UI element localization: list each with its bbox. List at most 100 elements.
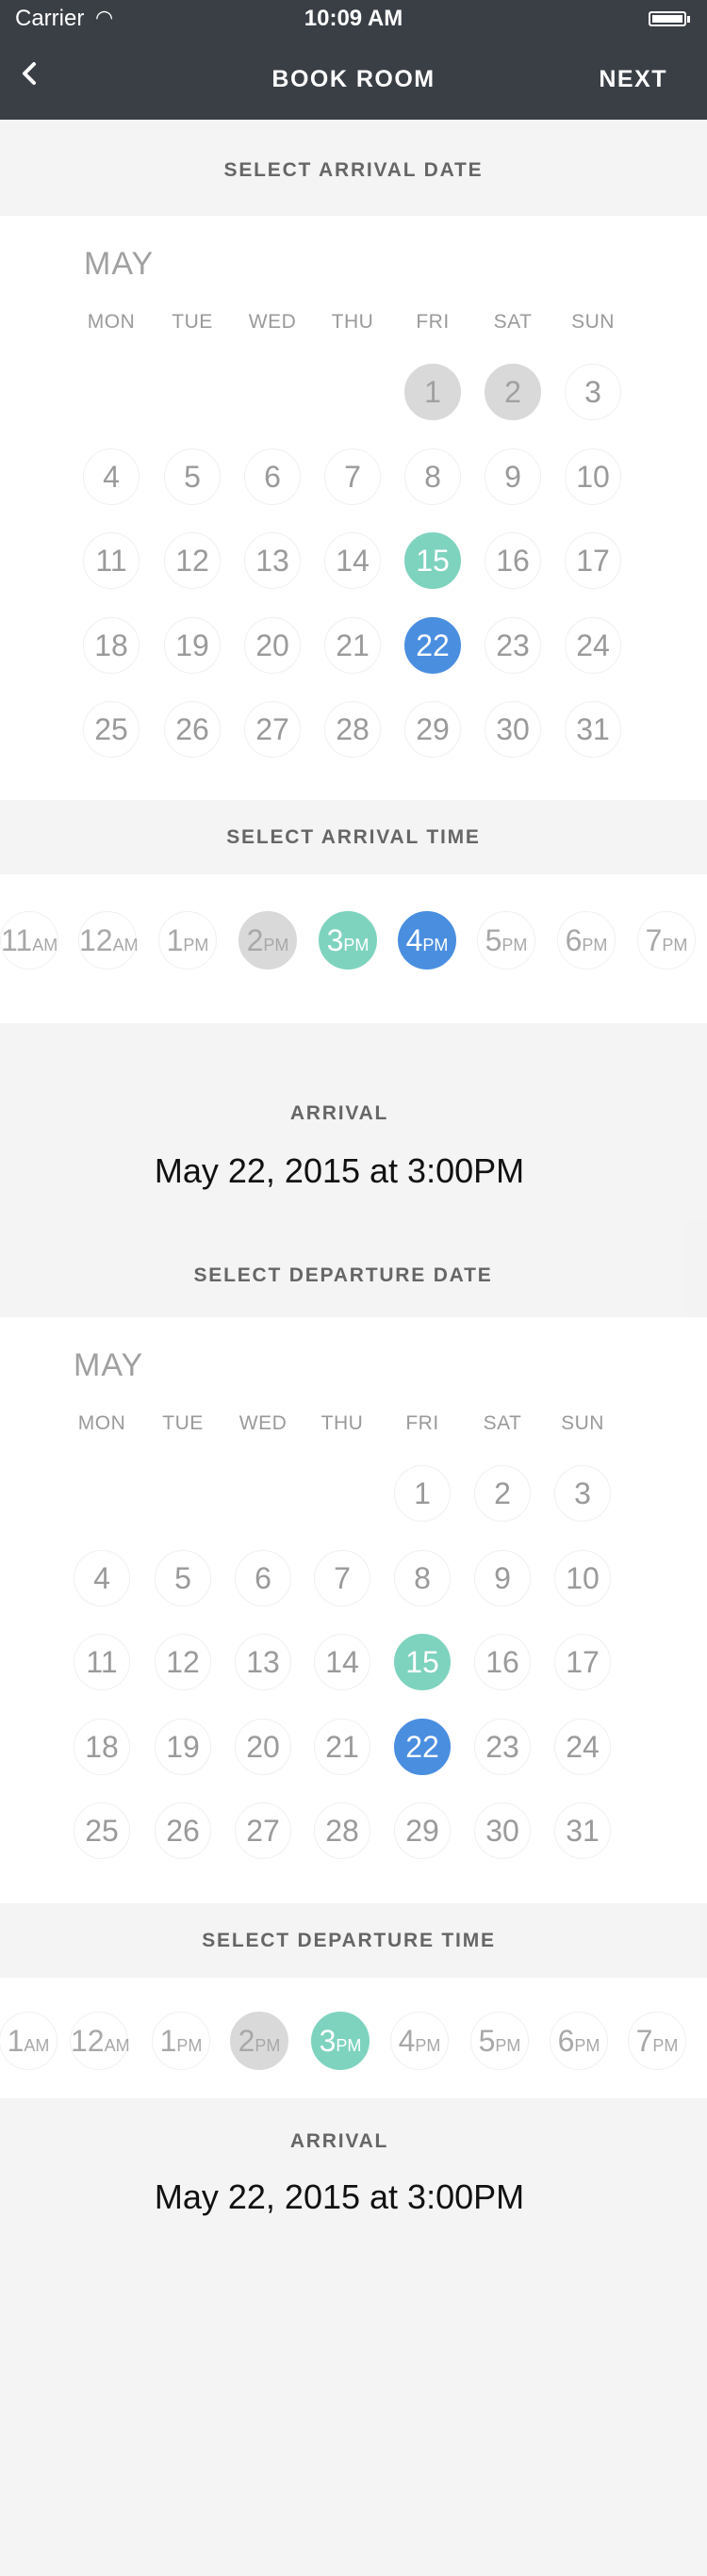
day-2[interactable]: 2 <box>485 364 541 420</box>
time-option[interactable]: 6PM <box>550 2012 608 2070</box>
day-27[interactable]: 27 <box>244 701 301 758</box>
day-23[interactable]: 23 <box>474 1718 531 1775</box>
time-option[interactable]: 12AM <box>78 911 139 970</box>
time-option[interactable]: 6PM <box>557 911 616 970</box>
time-meridiem: PM <box>495 2036 521 2055</box>
battery-icon <box>649 11 690 26</box>
time-option[interactable]: 7PM <box>637 911 696 970</box>
time-option[interactable]: 5PM <box>470 2012 529 2070</box>
day-13[interactable]: 13 <box>244 532 301 589</box>
time-hour: 11 <box>1 923 33 957</box>
time-option[interactable]: 11AM <box>0 911 58 970</box>
time-option[interactable]: 4PM <box>390 2012 449 2070</box>
day-30[interactable]: 30 <box>474 1802 531 1859</box>
day-10[interactable]: 10 <box>565 448 621 505</box>
arrival-time-picker[interactable]: 11AM 12AM 1PM 2PM 3PM 4PM 5PM 6PM 7PM <box>0 874 707 1023</box>
day-20[interactable]: 20 <box>244 616 301 674</box>
day-15[interactable]: 15 <box>394 1634 451 1690</box>
time-meridiem: PM <box>263 936 289 954</box>
time-option[interactable]: 1PM <box>158 911 217 970</box>
day-26[interactable]: 26 <box>164 701 221 758</box>
time-meridiem: PM <box>336 2036 362 2055</box>
day-4[interactable]: 4 <box>83 448 140 505</box>
day-26[interactable]: 26 <box>155 1802 211 1859</box>
day-1[interactable]: 1 <box>394 1465 451 1522</box>
day-1[interactable]: 1 <box>404 364 461 420</box>
time-meridiem: PM <box>582 936 608 954</box>
day-8[interactable]: 8 <box>404 448 461 505</box>
time-option[interactable]: 2PM <box>230 2012 288 2070</box>
day-11[interactable]: 11 <box>83 532 140 589</box>
time-option[interactable]: 4PM <box>398 911 456 970</box>
day-29[interactable]: 29 <box>394 1802 451 1859</box>
day-3[interactable]: 3 <box>554 1465 611 1522</box>
day-7[interactable]: 7 <box>324 448 381 505</box>
time-option[interactable]: 3PM <box>319 911 377 970</box>
day-21[interactable]: 21 <box>314 1718 370 1775</box>
time-option[interactable]: 12AM <box>70 2012 130 2070</box>
day-16[interactable]: 16 <box>485 532 541 589</box>
day-2[interactable]: 2 <box>474 1465 531 1522</box>
departure-date-heading: SELECT DEPARTURE DATE <box>193 1264 493 1286</box>
day-5[interactable]: 5 <box>155 1549 211 1606</box>
day-8[interactable]: 8 <box>394 1549 451 1606</box>
time-option[interactable]: 1PM <box>152 2012 210 2070</box>
next-button[interactable]: NEXT <box>599 66 667 93</box>
day-18[interactable]: 18 <box>74 1718 130 1775</box>
day-13[interactable]: 13 <box>235 1634 291 1690</box>
day-9[interactable]: 9 <box>474 1549 531 1606</box>
day-12[interactable]: 12 <box>155 1634 211 1690</box>
day-7[interactable]: 7 <box>314 1549 370 1606</box>
day-14[interactable]: 14 <box>324 532 381 589</box>
day-19[interactable]: 19 <box>155 1718 211 1775</box>
day-3[interactable]: 3 <box>565 364 621 420</box>
day-15[interactable]: 15 <box>404 532 461 589</box>
day-25[interactable]: 25 <box>74 1802 130 1859</box>
day-25[interactable]: 25 <box>83 701 140 758</box>
time-option[interactable]: 1AM <box>0 2012 58 2070</box>
day-24[interactable]: 24 <box>565 616 621 674</box>
time-hour: 2 <box>246 923 264 957</box>
day-5[interactable]: 5 <box>164 448 221 505</box>
day-17[interactable]: 17 <box>565 532 621 589</box>
time-option[interactable]: 3PM <box>311 2012 370 2070</box>
departure-time-picker[interactable]: 1AM 12AM 1PM 2PM 3PM 4PM 5PM 6PM 7PM <box>0 1978 707 2098</box>
day-4[interactable]: 4 <box>74 1549 130 1606</box>
day-23[interactable]: 23 <box>485 616 541 674</box>
arrival-summary: ARRIVAL May 22, 2015 at 3:00PM <box>0 1023 707 1221</box>
day-24[interactable]: 24 <box>554 1718 611 1775</box>
time-hour: 5 <box>478 2024 496 2058</box>
day-28[interactable]: 28 <box>324 701 381 758</box>
day-16[interactable]: 16 <box>474 1634 531 1690</box>
day-21[interactable]: 21 <box>324 616 381 674</box>
day-17[interactable]: 17 <box>554 1634 611 1690</box>
day-10[interactable]: 10 <box>554 1549 611 1606</box>
day-11[interactable]: 11 <box>74 1634 130 1690</box>
day-12[interactable]: 12 <box>164 532 221 589</box>
time-option[interactable]: 5PM <box>477 911 535 970</box>
time-hour: 6 <box>565 923 583 957</box>
day-14[interactable]: 14 <box>314 1634 370 1690</box>
weekday-label: SUN <box>571 311 615 333</box>
day-28[interactable]: 28 <box>314 1802 370 1859</box>
day-31[interactable]: 31 <box>565 701 621 758</box>
time-option[interactable]: 2PM <box>238 911 297 970</box>
day-19[interactable]: 19 <box>164 616 221 674</box>
day-22[interactable]: 22 <box>394 1718 451 1775</box>
time-hour: 12 <box>79 923 113 957</box>
day-9[interactable]: 9 <box>485 448 541 505</box>
day-6[interactable]: 6 <box>235 1549 291 1606</box>
day-27[interactable]: 27 <box>235 1802 291 1859</box>
calendar-month: MAY <box>84 246 155 282</box>
time-option[interactable]: 7PM <box>628 2012 686 2070</box>
arrival-date-header: SELECT ARRIVAL DATE <box>0 120 707 216</box>
day-22[interactable]: 22 <box>404 616 461 674</box>
day-31[interactable]: 31 <box>554 1802 611 1859</box>
day-29[interactable]: 29 <box>404 701 461 758</box>
weekday-label: SAT <box>483 1412 522 1434</box>
day-18[interactable]: 18 <box>83 616 140 674</box>
day-20[interactable]: 20 <box>235 1718 291 1775</box>
day-30[interactable]: 30 <box>485 701 541 758</box>
day-6[interactable]: 6 <box>244 448 301 505</box>
time-hour: 3 <box>319 2024 337 2058</box>
